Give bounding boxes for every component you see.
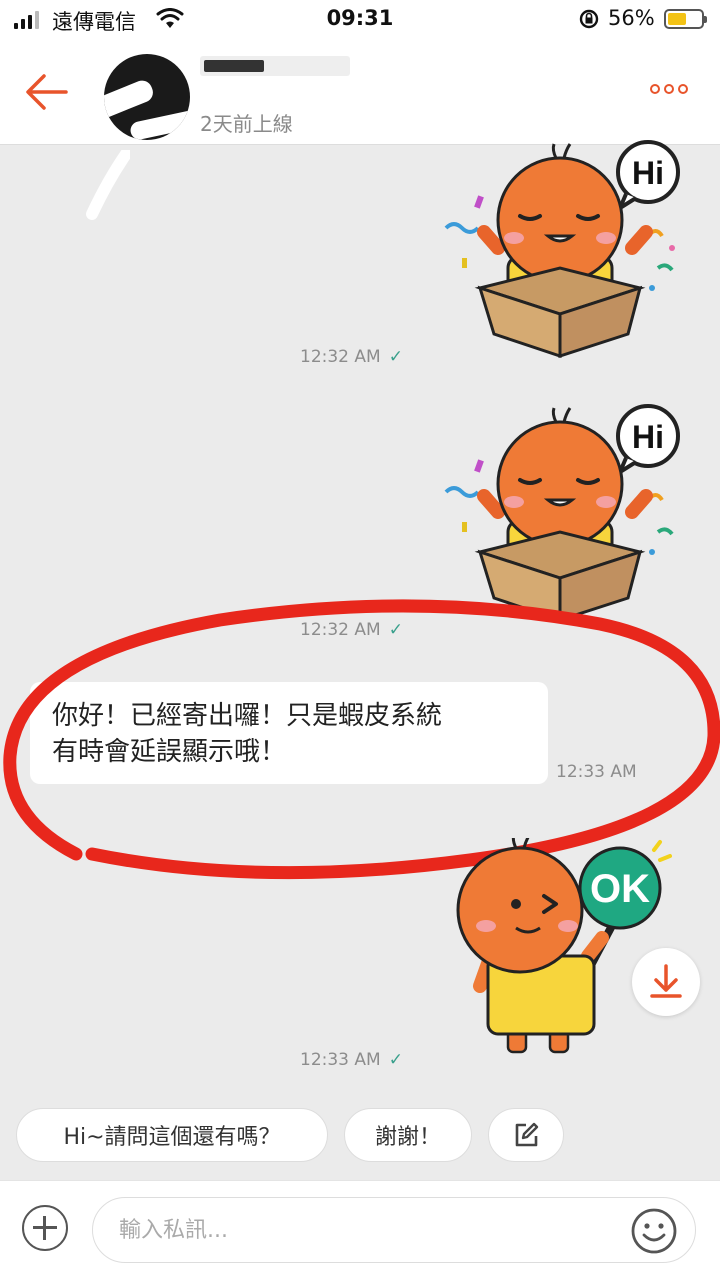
- last-online-status: 2天前上線: [200, 112, 293, 136]
- message-input[interactable]: [92, 1197, 696, 1263]
- svg-text:OK: OK: [590, 867, 650, 911]
- download-icon: [650, 964, 682, 998]
- message-input-bar: [0, 1180, 720, 1281]
- avatar[interactable]: [104, 54, 190, 140]
- message-timestamp: 12:33 AM ✓: [300, 1050, 403, 1070]
- read-check-icon: ✓: [388, 347, 403, 367]
- contact-name-redacted: [200, 56, 350, 76]
- status-bar: 遠傳電信 09:31 56%: [0, 0, 720, 40]
- emoji-icon[interactable]: [630, 1207, 678, 1255]
- message-timestamp: 12:32 AM ✓: [300, 347, 403, 367]
- download-button[interactable]: [632, 948, 700, 1016]
- ok-sign-sticker[interactable]: OK: [456, 838, 672, 1056]
- back-arrow-icon[interactable]: [22, 70, 74, 114]
- add-attachment-icon[interactable]: [22, 1205, 68, 1251]
- svg-text:Hi: Hi: [632, 419, 664, 455]
- edit-icon: [515, 1122, 539, 1147]
- edit-quick-replies-button[interactable]: [488, 1108, 564, 1162]
- read-check-icon: ✓: [388, 1050, 403, 1070]
- battery-icon: [664, 9, 707, 29]
- svg-text:Hi: Hi: [632, 155, 664, 191]
- quick-reply-button[interactable]: Hi~請問這個還有嗎？: [16, 1108, 328, 1162]
- rotation-lock-icon: [579, 9, 599, 29]
- quick-reply-button[interactable]: 謝謝！: [344, 1108, 472, 1162]
- hi-box-sticker[interactable]: Hi: [436, 138, 696, 358]
- hi-box-sticker[interactable]: Hi: [436, 402, 696, 622]
- redaction-mark: [86, 150, 130, 220]
- chat-header: 2天前上線: [0, 40, 720, 145]
- more-options-icon[interactable]: [650, 84, 688, 94]
- battery-percent: 56%: [608, 6, 655, 30]
